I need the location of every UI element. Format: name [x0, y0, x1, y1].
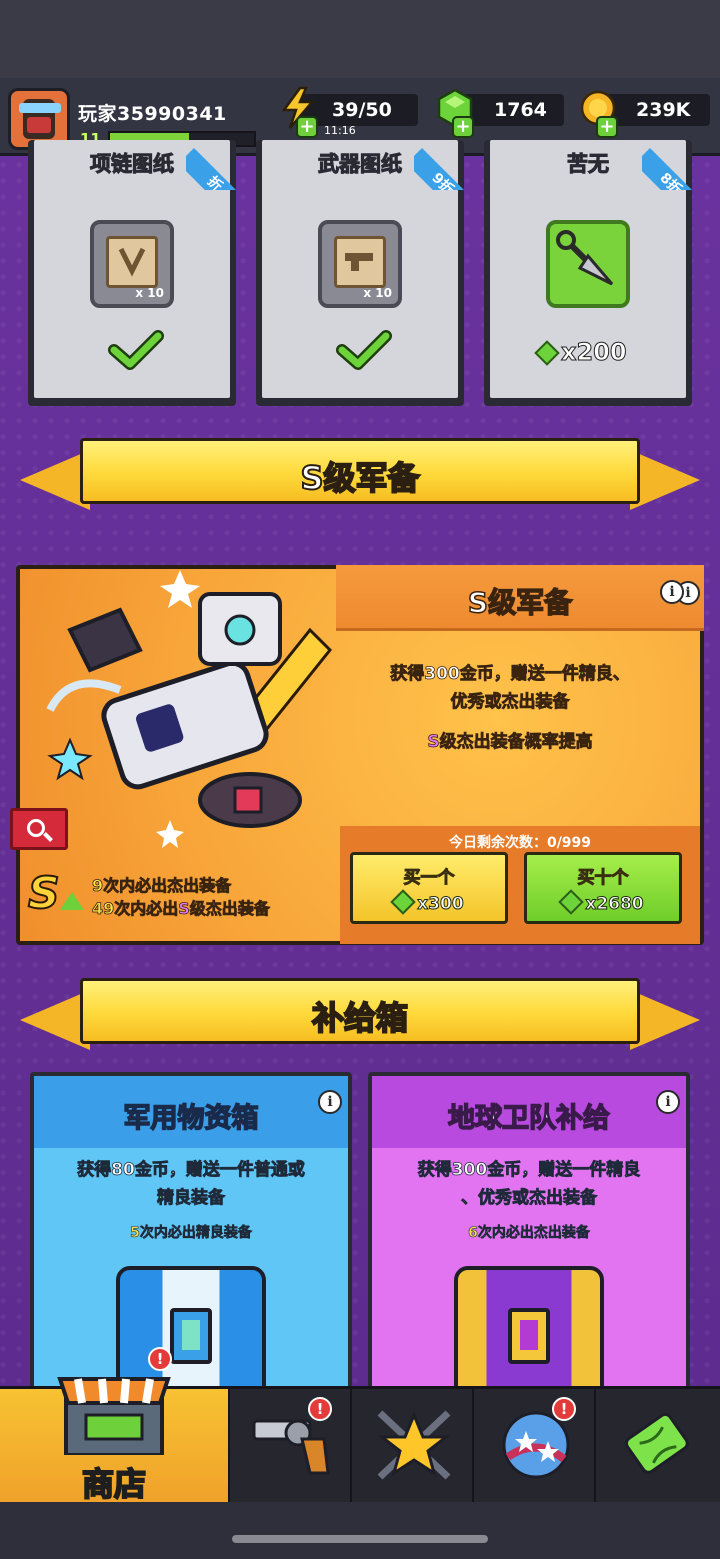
adventure-alert-badge: !: [552, 1397, 576, 1421]
s-gear-description: 获得300金币，赠送一件精良、 优秀或杰出装备: [390, 664, 630, 713]
pity-line-1: 9次内必出杰出装备: [92, 876, 232, 896]
add-coins-button[interactable]: +: [596, 116, 618, 138]
s-gear-info-button[interactable]: i: [660, 580, 684, 604]
supply-box-pity: 6次内必出杰出装备: [468, 1225, 590, 1242]
supply-box-title: 军用物资箱: [123, 1102, 260, 1135]
home-indicator-area: [0, 1502, 720, 1559]
buy-one-button[interactable]: 买一个 x300: [350, 852, 508, 924]
bottom-navigation: ! 商店 ! !: [0, 1347, 720, 1505]
check-icon: [108, 330, 164, 370]
necklace-blueprint-icon: [106, 236, 158, 288]
tab-evolution[interactable]: [596, 1389, 720, 1505]
pity-line-2: 49次内必出S级杰出装备: [92, 899, 271, 919]
supply-section-banner: 补给箱: [20, 972, 700, 1058]
s-gear-section-banner: S级军备: [20, 432, 700, 518]
blueprint-item-slot: x 10: [318, 220, 402, 308]
info-icon[interactable]: i: [318, 1090, 342, 1114]
add-gems-button[interactable]: +: [452, 116, 474, 138]
energy-value: 39/50: [332, 99, 392, 121]
supply-box-title: 地球卫队补给: [447, 1102, 611, 1135]
offer-card-weapon-blueprint[interactable]: 武器图纸 x 10 9折: [256, 138, 466, 406]
s-gear-header: S级军备 i: [336, 565, 704, 631]
blueprint-item-slot: x 10: [90, 220, 174, 308]
device-status-bar: [0, 0, 720, 78]
item-quantity: x 10: [363, 286, 392, 300]
s-rank-badge: S: [27, 867, 61, 920]
tab-weapons[interactable]: !: [230, 1389, 352, 1505]
tab-label: 商店: [81, 1464, 147, 1504]
shop-stall-icon: [57, 1377, 171, 1455]
up-arrow-icon: [60, 892, 84, 910]
info-icon[interactable]: i: [656, 1090, 680, 1114]
offer-card-kunai[interactable]: 苦无 x200 8折: [484, 138, 694, 406]
gem-icon: [558, 889, 585, 915]
purple-chest-icon: [454, 1266, 604, 1398]
energy-timer: 11:16: [324, 124, 356, 137]
weapons-alert-badge: !: [308, 1397, 332, 1421]
discount-ribbon: 折: [186, 138, 238, 190]
kunai-price: x200: [534, 338, 627, 367]
remaining-today: 今日剩余次数：0/999: [448, 835, 592, 851]
tab-challenge[interactable]: [352, 1389, 474, 1505]
kunai-item-slot: [546, 220, 630, 308]
discount-ribbon: 9折: [414, 138, 466, 190]
check-icon: [336, 330, 392, 370]
discount-ribbon: 8折: [642, 138, 694, 190]
shop-alert-badge: !: [148, 1347, 172, 1371]
tab-adventure[interactable]: !: [474, 1389, 596, 1505]
s-gear-equipment-art: [30, 570, 350, 860]
search-button[interactable]: [10, 808, 68, 850]
offer-card-necklace-blueprint[interactable]: 项链图纸 x 10 折: [28, 138, 238, 406]
supply-box-earth-guard[interactable]: 地球卫队补给 i 获得300金币，赠送一件精良 、优秀或杰出装备 6次内必出杰出…: [368, 1072, 690, 1402]
gem-icon: [390, 889, 416, 915]
shop-page: 玩家35990341 11 + 39/50 11:16 + 1764 + 239…: [0, 0, 720, 1559]
buy-ten-button[interactable]: 买十个 x2680: [524, 852, 682, 924]
coin-value: 239K: [636, 99, 691, 121]
supply-box-military[interactable]: 军用物资箱 i 获得80金币，赠送一件普通或 精良装备 5次内必出精良装备: [30, 1072, 352, 1402]
gem-value: 1764: [494, 99, 547, 121]
player-name: 玩家35990341: [78, 103, 227, 125]
s-gear-title: S级军备: [467, 585, 573, 620]
item-quantity: x 10: [135, 286, 164, 300]
supply-box-description: 获得300金币，赠送一件精良 、优秀或杰出装备: [417, 1160, 641, 1209]
supply-box-description: 获得80金币，赠送一件普通或 精良装备: [77, 1160, 305, 1209]
dna-capsule-icon: [624, 1412, 689, 1474]
s-gear-rate-note: S级杰出装备概率提高: [427, 732, 593, 753]
weapon-blueprint-icon: [334, 236, 386, 288]
gem-icon: [534, 340, 560, 366]
add-energy-button[interactable]: +: [296, 116, 318, 138]
star-swords-icon: [377, 1410, 451, 1480]
purchase-area: 今日剩余次数：0/999 买一个 x300 买十个 x2680: [340, 826, 700, 944]
home-indicator[interactable]: [232, 1535, 488, 1543]
tab-shop[interactable]: ! 商店: [0, 1347, 230, 1505]
kunai-icon: [556, 230, 614, 286]
supply-box-pity: 5次内必出精良装备: [130, 1225, 252, 1242]
